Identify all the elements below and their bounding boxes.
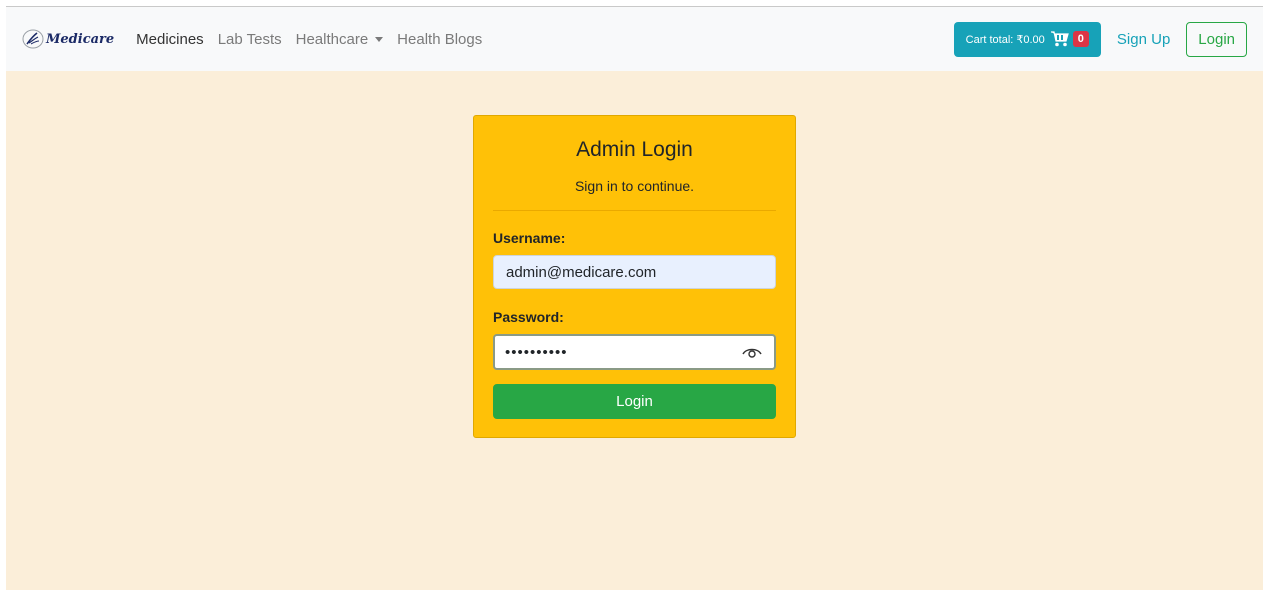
brand-logo[interactable]: Medicare (22, 28, 114, 50)
password-label: Password: (493, 309, 564, 325)
username-label: Username: (493, 230, 566, 246)
admin-login-card: Admin Login Sign in to continue. Usernam… (473, 115, 796, 438)
browser-viewport: Medicare Medicines Lab Tests Healthcare … (6, 6, 1263, 590)
password-field (493, 334, 776, 370)
navbar-actions: Cart total: ₹0.00 0 Sign Up Login (953, 21, 1247, 57)
signup-link[interactable]: Sign Up (1117, 31, 1170, 48)
login-card-title: Admin Login (576, 138, 693, 161)
cart-total-label: Cart total: ₹0.00 (965, 33, 1045, 46)
card-divider (493, 210, 776, 211)
cart-button[interactable]: Cart total: ₹0.00 0 (953, 21, 1101, 57)
navbar-login-button[interactable]: Login (1186, 21, 1247, 57)
nav-dropdown-healthcare[interactable]: Healthcare (296, 31, 384, 48)
brand-name: Medicare (46, 31, 115, 47)
medicare-logo-icon (22, 28, 44, 50)
nav-link-medicines[interactable]: Medicines (136, 31, 204, 48)
caret-down-icon (375, 37, 384, 42)
login-card-subtitle: Sign in to continue. (574, 178, 695, 194)
cart-count-badge: 0 (1072, 31, 1089, 47)
password-input[interactable] (495, 337, 742, 367)
cart-icon (1050, 31, 1069, 47)
nav-link-health-blogs[interactable]: Health Blogs (397, 31, 482, 48)
nav-dropdown-healthcare-label: Healthcare (295, 30, 369, 48)
username-input[interactable] (493, 255, 776, 289)
navbar: Medicare Medicines Lab Tests Healthcare … (6, 7, 1263, 71)
nav-link-lab-tests[interactable]: Lab Tests (218, 31, 282, 48)
eye-icon[interactable] (742, 345, 762, 359)
login-submit-button[interactable]: Login (493, 384, 776, 419)
